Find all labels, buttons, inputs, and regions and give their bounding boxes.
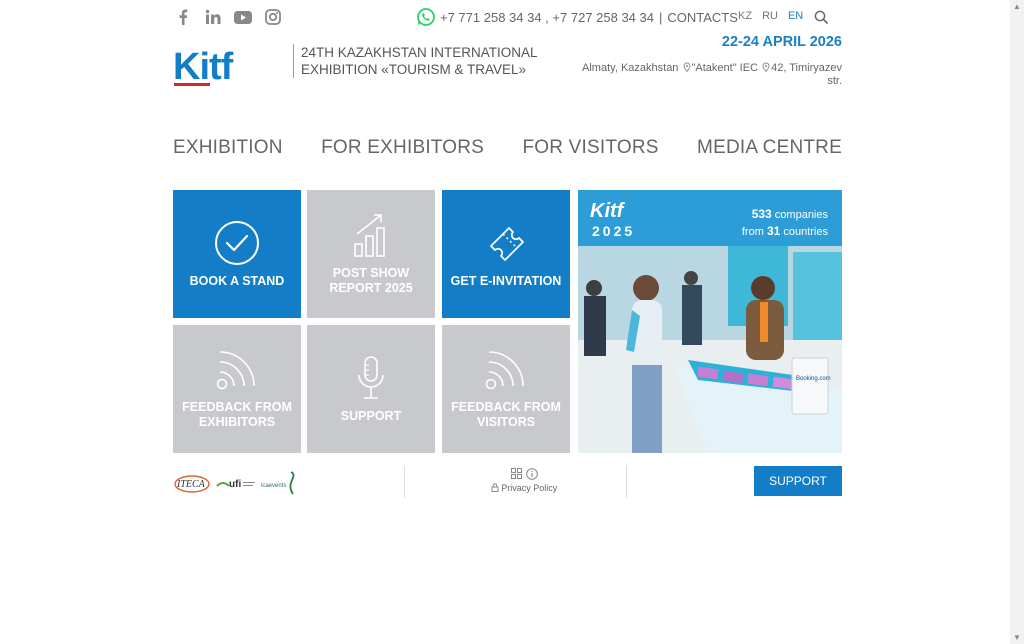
nav-exhibition[interactable]: EXHIBITION	[173, 137, 283, 159]
info-icon[interactable]	[525, 468, 538, 480]
book-stand-tile[interactable]: BOOK A STAND	[173, 190, 301, 318]
support-button[interactable]: SUPPORT	[754, 466, 842, 496]
book-stand-label: BOOK A STAND	[189, 273, 285, 288]
footer-divider	[626, 466, 627, 498]
location-pin-icon	[683, 62, 690, 72]
booking-sign-text: Booking.com	[796, 376, 831, 382]
footer-divider	[404, 466, 405, 498]
nav-for-visitors[interactable]: FOR VISITORS	[522, 137, 658, 159]
lang-kz[interactable]: KZ	[738, 10, 752, 22]
iteca-logo[interactable]: ITECA	[173, 472, 211, 494]
contacts-bar: +7 771 258 34 34 , +7 727 258 34 34 | CO…	[417, 8, 738, 26]
whatsapp-icon[interactable]	[417, 8, 435, 26]
top-bar: +7 771 258 34 34 , +7 727 258 34 34 | CO…	[173, 8, 842, 28]
logo-text: Kitf	[173, 46, 234, 88]
phone-numbers[interactable]: +7 771 258 34 34 , +7 727 258 34 34	[440, 10, 654, 25]
privacy-policy-link[interactable]: Privacy Policy	[481, 483, 567, 493]
feedback-signal-icon	[485, 351, 524, 390]
post-show-report-label: POST SHOW REPORT 2025	[329, 266, 413, 295]
companies-label: companies	[774, 209, 828, 221]
countries-count: 31	[766, 224, 781, 238]
address-street: 42, Timiryazev str.	[771, 62, 842, 87]
icaevents-logo[interactable]: icaevents	[261, 470, 301, 496]
site-logo[interactable]: Kitf	[173, 45, 265, 94]
countries-prefix: from	[741, 226, 764, 238]
instagram-icon[interactable]	[263, 8, 283, 26]
bar-chart-icon	[354, 214, 385, 257]
scroll-down-icon[interactable]: ▼	[1013, 633, 1021, 642]
ufi-logo-text: ufi	[229, 479, 241, 490]
location-pin-icon	[762, 62, 770, 72]
nav-for-exhibitors[interactable]: FOR EXHIBITORS	[321, 137, 484, 159]
footer: ITECA ufi icaevents Privacy Policy SUPPO…	[173, 466, 842, 498]
nav-media-centre[interactable]: MEDIA CENTRE	[697, 137, 842, 159]
grid-icon[interactable]	[510, 468, 522, 479]
feedback-visitors-label: FEEDBACK FROM VISITORS	[451, 400, 561, 429]
social-links	[173, 8, 283, 26]
main-nav: EXHIBITION FOR EXHIBITORS FOR VISITORS M…	[173, 137, 842, 159]
feedback-exhibitors-label: FEEDBACK FROM EXHIBITORS	[182, 400, 292, 429]
checkmark-circle-icon	[215, 220, 259, 265]
get-e-invitation-tile[interactable]: GET E-INVITATION	[442, 190, 570, 318]
ticket-icon	[490, 226, 524, 261]
feedback-signal-icon	[216, 351, 255, 390]
lang-en[interactable]: EN	[788, 10, 803, 22]
countries-label: countries	[783, 226, 828, 238]
feedback-visitors-tile[interactable]: FEEDBACK FROM VISITORS	[442, 325, 570, 453]
lang-ru[interactable]: RU	[762, 10, 778, 22]
contacts-link[interactable]: CONTACTS	[667, 10, 738, 25]
promo-banner[interactable]: Booking.com Kitf 2025 533 companies from…	[578, 190, 842, 453]
facebook-icon[interactable]	[173, 8, 193, 26]
companies-count: 533	[751, 207, 772, 221]
youtube-icon[interactable]	[233, 8, 253, 26]
privacy-block: Privacy Policy	[481, 468, 567, 493]
lock-icon	[491, 483, 499, 492]
tagline-line-2: EXHIBITION «TOURISM & TRAVEL»	[301, 62, 527, 77]
post-show-report-tile[interactable]: POST SHOW REPORT 2025	[307, 190, 435, 318]
privacy-policy-label: Privacy Policy	[501, 483, 558, 493]
exhibition-dates: 22-24 APRIL 2026	[721, 34, 842, 50]
linkedin-icon[interactable]	[203, 8, 223, 26]
address-city: Almaty, Kazakhstan	[582, 62, 679, 74]
language-switcher: KZ RU EN	[738, 10, 803, 22]
promo-logo: Kitf	[590, 200, 624, 222]
page-scrollbar[interactable]: ▲ ▼	[1010, 0, 1024, 644]
icaevents-logo-text: icaevents	[261, 483, 286, 489]
get-e-invitation-label: GET E-INVITATION	[450, 273, 562, 288]
ufi-logo[interactable]: ufi	[215, 472, 257, 494]
address-venue: "Atakent" IEC	[691, 62, 759, 74]
scroll-up-icon[interactable]: ▲	[1013, 2, 1021, 11]
exhibition-tagline: 24TH KAZAKHSTAN INTERNATIONAL EXHIBITION…	[293, 44, 551, 78]
search-icon[interactable]	[814, 10, 828, 24]
support-label: SUPPORT	[340, 408, 402, 423]
feedback-exhibitors-tile[interactable]: FEEDBACK FROM EXHIBITORS	[173, 325, 301, 453]
microphone-icon	[358, 355, 384, 399]
support-tile[interactable]: SUPPORT	[307, 325, 435, 453]
tagline-line-1: 24TH KAZAKHSTAN INTERNATIONAL	[301, 45, 538, 60]
promo-year: 2025	[592, 223, 636, 239]
exhibition-address: Almaty, Kazakhstan "Atakent" IEC 42, Tim…	[572, 62, 842, 88]
partner-logos: ITECA ufi icaevents	[173, 470, 301, 496]
promo-stats: 533 companies from 31 countries	[742, 206, 828, 240]
iteca-logo-text: ITECA	[176, 479, 206, 490]
separator: |	[658, 9, 663, 25]
